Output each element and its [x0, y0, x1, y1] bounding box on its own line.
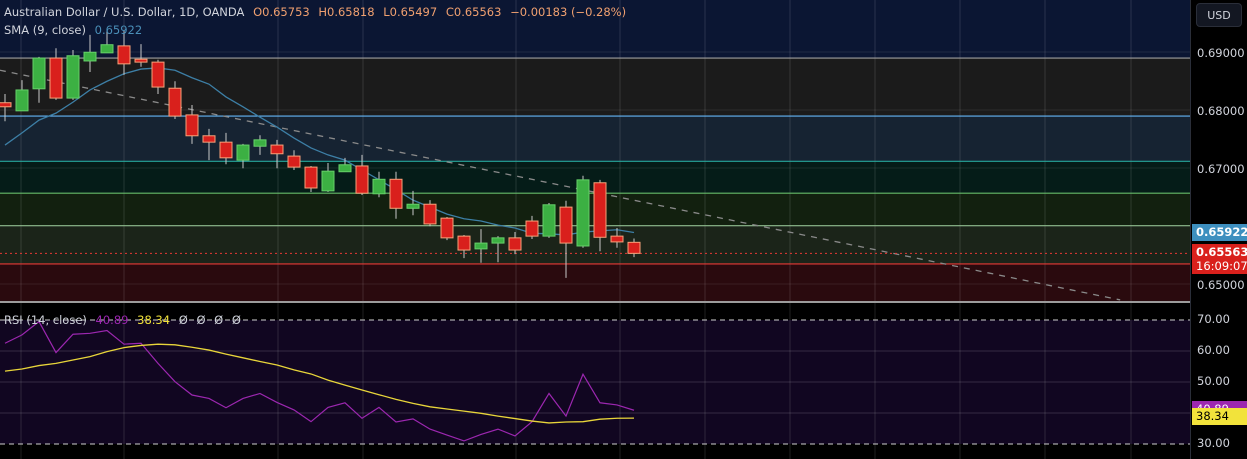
candle-down	[440, 217, 454, 239]
candle-down	[270, 144, 284, 155]
rsi-empty-value: Ø	[178, 313, 188, 327]
rsi-empty-value: Ø	[196, 313, 206, 327]
candle-down	[610, 235, 624, 243]
candle-up	[15, 89, 29, 112]
open-value: O0.65753	[253, 5, 310, 19]
symbol-legend: Australian Dollar / U.S. Dollar, 1D, OAN…	[4, 5, 631, 19]
candle-down	[593, 182, 607, 238]
symbol-title: Australian Dollar / U.S. Dollar, 1D, OAN…	[4, 5, 245, 19]
candle-down	[457, 235, 471, 251]
last-price-value: 0.65563	[1196, 245, 1247, 260]
rsi-empty-value: Ø	[231, 313, 241, 327]
rsi-ma-badge: 38.34	[1192, 408, 1247, 426]
sma-value: 0.65922	[94, 23, 143, 37]
rsi-value: 40.89	[95, 313, 129, 327]
candle-up	[474, 242, 488, 250]
candle-down	[355, 165, 369, 194]
close-value: C0.65563	[445, 5, 502, 19]
candle-down	[168, 87, 182, 117]
rsi-ma-value: 38.34	[137, 313, 171, 327]
price-tick-label: 0.65000	[1197, 278, 1245, 292]
rsi-empty-value: Ø	[214, 313, 224, 327]
change-value: −0.00183 (−0.28%)	[510, 5, 627, 19]
candle-up	[253, 139, 267, 147]
currency-button[interactable]: USD	[1196, 3, 1242, 27]
level-zone	[0, 116, 1190, 162]
price-tick-label: 0.67000	[1197, 162, 1245, 176]
candle-down	[627, 241, 641, 254]
candle-down	[0, 102, 12, 108]
candle-up	[338, 164, 352, 173]
candle-up	[491, 237, 505, 244]
candle-down	[304, 166, 318, 189]
candle-down	[423, 203, 437, 225]
rsi-tick-label: 70.00	[1197, 312, 1230, 326]
price-tick-label: 0.69000	[1197, 46, 1245, 60]
candle-down	[117, 45, 131, 65]
candle-down	[185, 114, 199, 137]
price-tick-label: 0.68000	[1197, 104, 1245, 118]
candle-up	[66, 55, 80, 99]
candle-up	[32, 57, 46, 90]
rsi-legend[interactable]: RSI (14, close) 40.89 38.34 Ø Ø Ø Ø	[4, 313, 246, 327]
candle-up	[321, 170, 335, 192]
sma-label: SMA (9, close)	[4, 23, 86, 37]
level-zone	[0, 263, 1190, 301]
candle-down	[508, 237, 522, 251]
candle-down	[559, 206, 573, 244]
candle-down	[202, 135, 216, 143]
candle-down	[134, 58, 148, 63]
candle-down	[151, 61, 165, 88]
last-price-badge: 0.65563 16:09:07	[1192, 244, 1247, 275]
low-value: L0.65497	[383, 5, 438, 19]
candle-up	[406, 203, 420, 209]
candle-up	[83, 51, 97, 62]
high-value: H0.65818	[318, 5, 375, 19]
candle-down	[525, 220, 539, 237]
rsi-tick-label: 60.00	[1197, 343, 1230, 357]
candle-down	[389, 178, 403, 209]
rsi-label: RSI (14, close)	[4, 313, 87, 327]
candle-up	[100, 44, 114, 54]
rsi-tick-label: 30.00	[1197, 436, 1230, 450]
rsi-tick-label: 50.00	[1197, 374, 1230, 388]
sma-legend[interactable]: SMA (9, close) 0.65922	[4, 23, 147, 37]
bar-countdown: 16:09:07	[1196, 259, 1247, 274]
sma-price-badge: 0.65922	[1192, 223, 1247, 241]
candle-up	[542, 204, 556, 237]
candle-up	[372, 178, 386, 195]
candle-down	[287, 155, 301, 168]
candle-down	[49, 57, 63, 99]
chart-canvas[interactable]	[0, 0, 1247, 459]
candle-up	[576, 179, 590, 247]
candle-up	[236, 144, 250, 161]
candle-down	[219, 141, 233, 159]
